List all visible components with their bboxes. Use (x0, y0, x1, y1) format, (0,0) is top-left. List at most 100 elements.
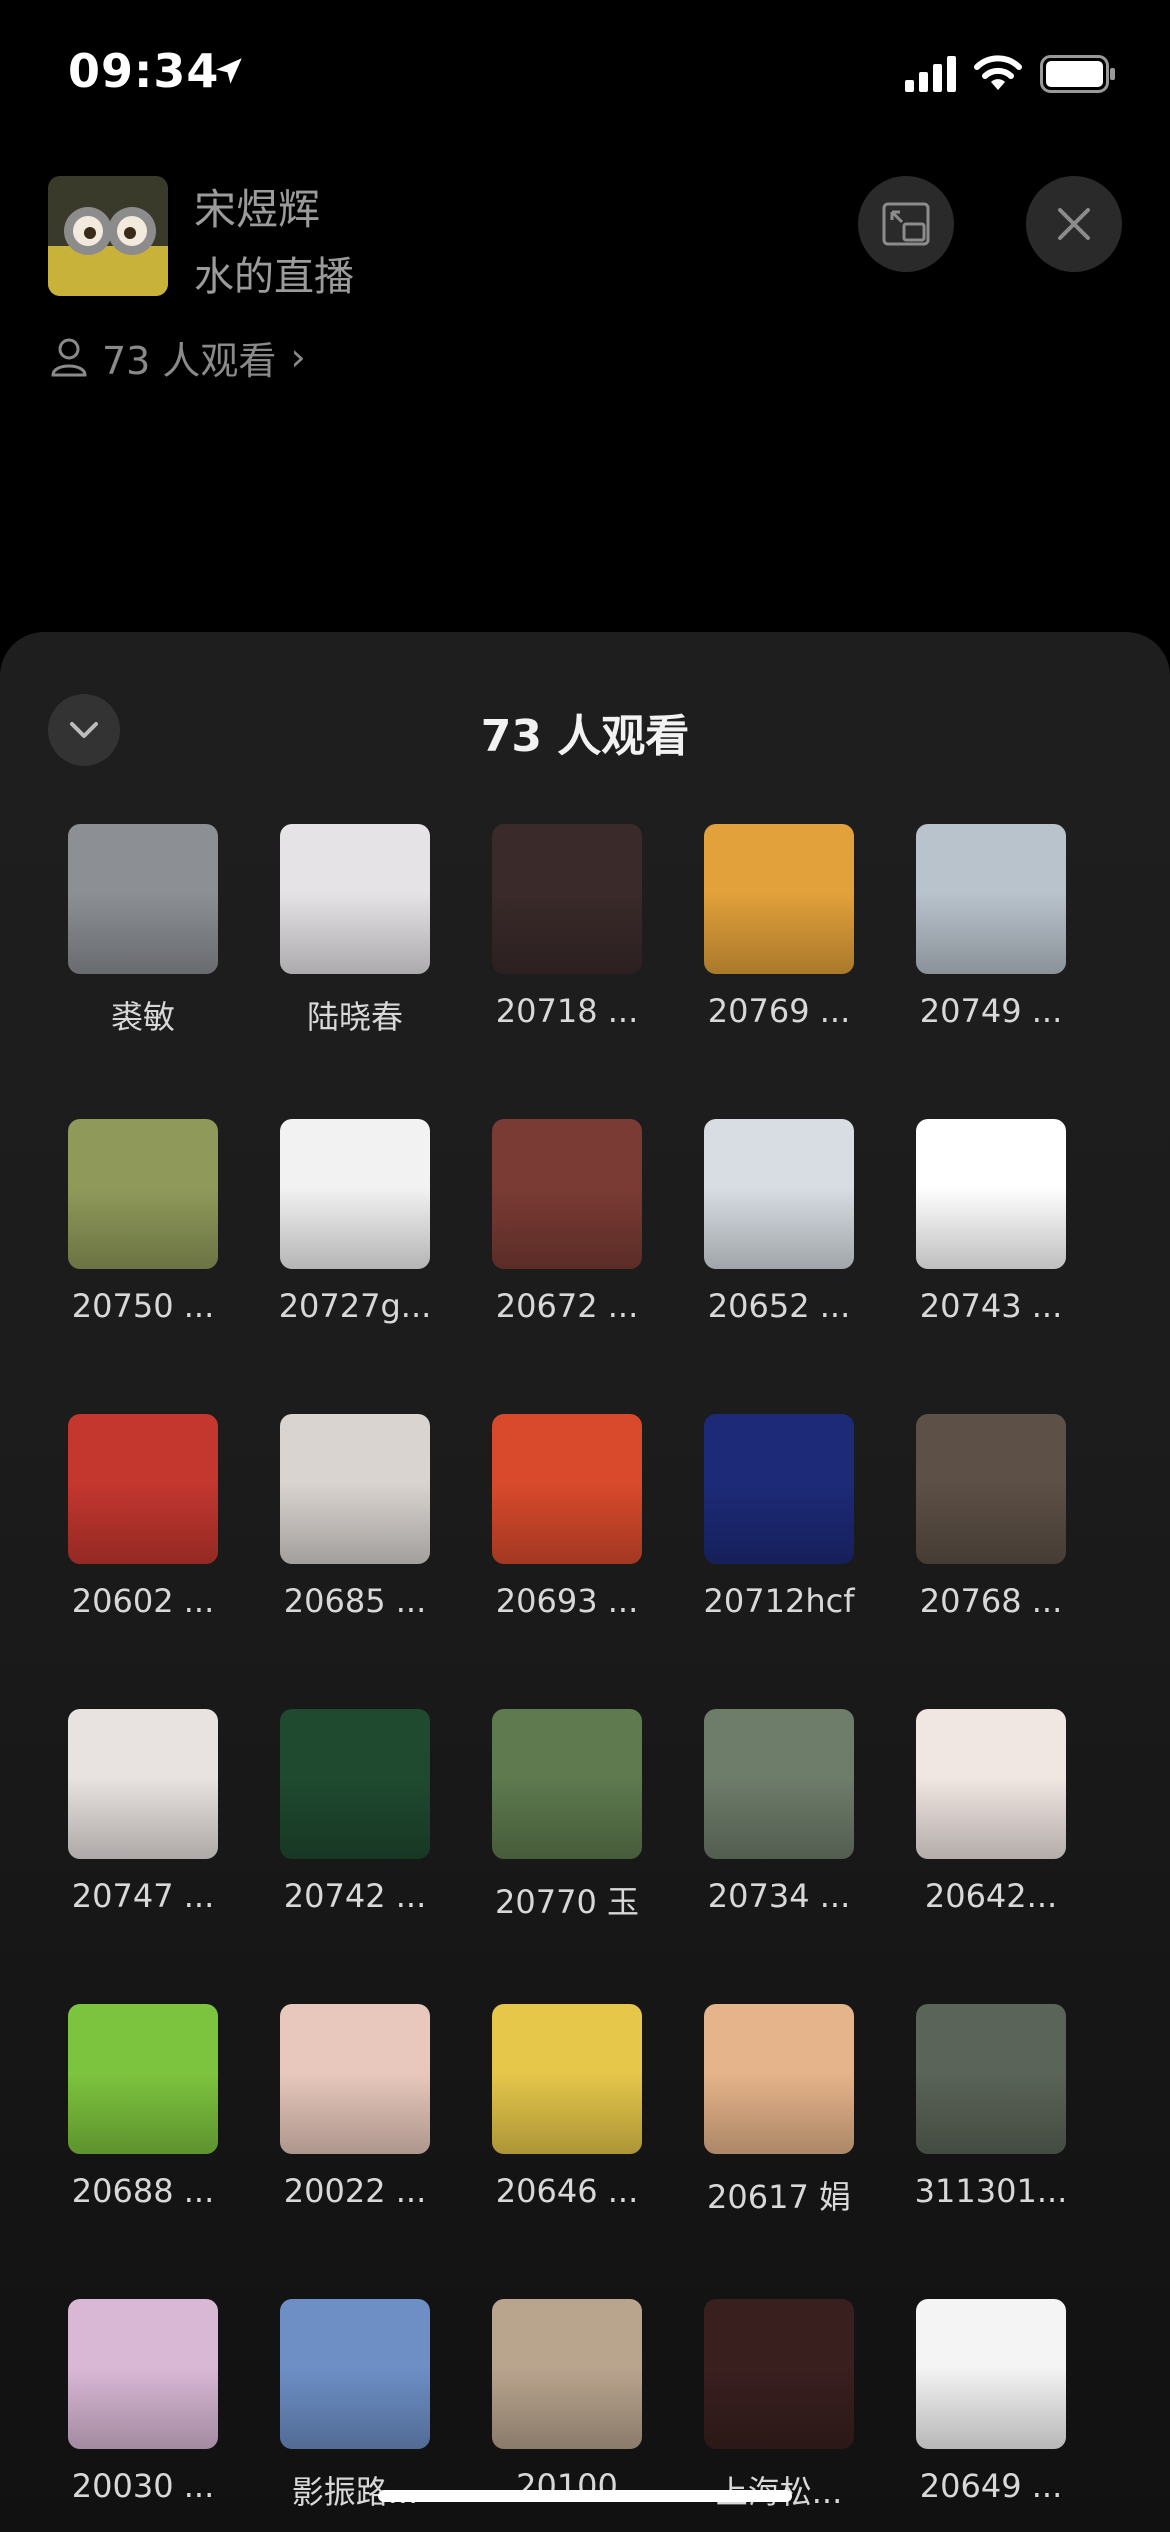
viewer-item[interactable]: 20685 ... (265, 1414, 445, 1620)
viewer-item[interactable]: 20712hcf (689, 1414, 869, 1620)
viewer-item[interactable]: 20749 ... (901, 824, 1081, 1030)
viewer-item[interactable]: 20652 ... (689, 1119, 869, 1325)
viewer-name: 20693 ... (495, 1582, 639, 1620)
viewer-name: 20743 ... (919, 1287, 1063, 1325)
chevron-right-icon: › (290, 335, 306, 379)
viewer-item[interactable]: 20742 ... (265, 1709, 445, 1915)
viewer-name: 20734 ... (707, 1877, 851, 1915)
viewer-avatar (704, 2004, 854, 2154)
viewer-name: 20646 ... (495, 2172, 639, 2210)
viewer-name: 20727g... (278, 1287, 432, 1325)
viewer-item[interactable]: 陆晓春 (265, 824, 445, 1038)
viewer-avatar (916, 1119, 1066, 1269)
viewer-name: 20642... (924, 1877, 1058, 1915)
viewer-item[interactable]: 影振路... (265, 2299, 445, 2513)
picture-in-picture-icon (882, 202, 930, 246)
viewer-item[interactable]: 20022 ... (265, 2004, 445, 2210)
viewer-name: 20617 娟 (707, 2178, 851, 2216)
close-button[interactable] (1026, 176, 1122, 272)
viewer-avatar (704, 824, 854, 974)
viewer-name: 20750 ... (71, 1287, 215, 1325)
viewer-name: 311301... (914, 2172, 1068, 2210)
viewer-avatar (916, 2004, 1066, 2154)
viewer-item[interactable]: 20602 ... (53, 1414, 233, 1620)
viewer-item[interactable]: 20727g... (265, 1119, 445, 1325)
viewer-item[interactable]: 20688 ... (53, 2004, 233, 2210)
viewer-item[interactable]: 311301... (901, 2004, 1081, 2210)
status-bar: 09:34 (0, 0, 1170, 140)
viewer-name: 20602 ... (71, 1582, 215, 1620)
viewer-avatar (68, 824, 218, 974)
viewer-item[interactable]: 20769 ... (689, 824, 869, 1030)
viewer-avatar (916, 2299, 1066, 2449)
home-indicator[interactable] (378, 2490, 792, 2502)
live-title: 水的直播 (194, 254, 354, 300)
viewer-name: 陆晓春 (306, 998, 403, 1036)
viewer-name: 20712hcf (703, 1582, 855, 1620)
pip-button[interactable] (858, 176, 954, 272)
sheet-title: 73 人观看 (480, 711, 690, 762)
host-name: 宋煜辉 (194, 185, 321, 234)
viewer-avatar (916, 1709, 1066, 1859)
host-avatar[interactable] (48, 176, 168, 296)
viewer-name: 20718 ... (495, 992, 639, 1030)
viewer-item[interactable]: 20743 ... (901, 1119, 1081, 1325)
viewer-item[interactable]: 20768 ... (901, 1414, 1081, 1620)
viewer-item[interactable]: 上海松... (689, 2299, 869, 2513)
viewer-avatar (68, 2299, 218, 2449)
viewer-item[interactable]: 20642... (901, 1709, 1081, 1915)
viewer-avatar (492, 1119, 642, 1269)
viewer-name: 20749 ... (919, 992, 1063, 1030)
viewer-avatar (280, 824, 430, 974)
close-icon (1058, 208, 1090, 240)
viewer-avatar (280, 2004, 430, 2154)
viewer-item[interactable]: 20734 ... (689, 1709, 869, 1915)
viewer-avatar (492, 1414, 642, 1564)
viewer-item[interactable]: 裘敏 (53, 824, 233, 1038)
viewer-avatar (704, 1119, 854, 1269)
viewer-item[interactable]: 20693 ... (477, 1414, 657, 1620)
viewer-avatar (280, 1414, 430, 1564)
viewer-item[interactable]: 20747 ... (53, 1709, 233, 1915)
viewer-count-text: 73 人观看 (102, 338, 277, 383)
viewer-avatar (704, 2299, 854, 2449)
cellular-signal-icon (905, 56, 956, 92)
viewer-item[interactable]: 20770 玉 (477, 1709, 657, 1923)
viewer-name: 20672 ... (495, 1287, 639, 1325)
viewer-avatar (68, 1709, 218, 1859)
viewer-name: 20652 ... (707, 1287, 851, 1325)
viewer-item[interactable]: 20649 ... (901, 2299, 1081, 2505)
viewer-name: 20742 ... (283, 1877, 427, 1915)
viewer-avatar (68, 1119, 218, 1269)
viewer-avatar (280, 1709, 430, 1859)
viewer-item[interactable]: 20100 (477, 2299, 657, 2505)
viewer-item[interactable]: 20750 ... (53, 1119, 233, 1325)
viewer-avatar (916, 824, 1066, 974)
viewer-name: 20747 ... (71, 1877, 215, 1915)
viewer-item[interactable]: 20617 娟 (689, 2004, 869, 2218)
viewer-avatar (492, 1709, 642, 1859)
viewer-count-link[interactable]: 73 人观看 › (50, 332, 306, 383)
viewer-item[interactable]: 20718 ... (477, 824, 657, 1030)
viewer-name: 20688 ... (71, 2172, 215, 2210)
battery-icon (1040, 55, 1115, 93)
viewer-name: 20685 ... (283, 1582, 427, 1620)
viewer-avatar (280, 1119, 430, 1269)
viewer-avatar (492, 2004, 642, 2154)
viewer-avatar (68, 1414, 218, 1564)
viewer-avatar (68, 2004, 218, 2154)
viewer-avatar (492, 2299, 642, 2449)
viewer-avatar (704, 1709, 854, 1859)
viewer-item[interactable]: 20672 ... (477, 1119, 657, 1325)
wifi-icon (974, 55, 1022, 90)
viewer-name: 20022 ... (283, 2172, 427, 2210)
viewer-item[interactable]: 20030 ... (53, 2299, 233, 2505)
viewer-name: 20030 ... (71, 2467, 215, 2505)
viewer-avatar (280, 2299, 430, 2449)
viewer-name: 20649 ... (919, 2467, 1063, 2505)
viewer-name: 20770 玉 (495, 1883, 639, 1921)
viewer-avatar (916, 1414, 1066, 1564)
viewer-name: 20768 ... (919, 1582, 1063, 1620)
viewer-item[interactable]: 20646 ... (477, 2004, 657, 2210)
person-icon (51, 338, 87, 377)
